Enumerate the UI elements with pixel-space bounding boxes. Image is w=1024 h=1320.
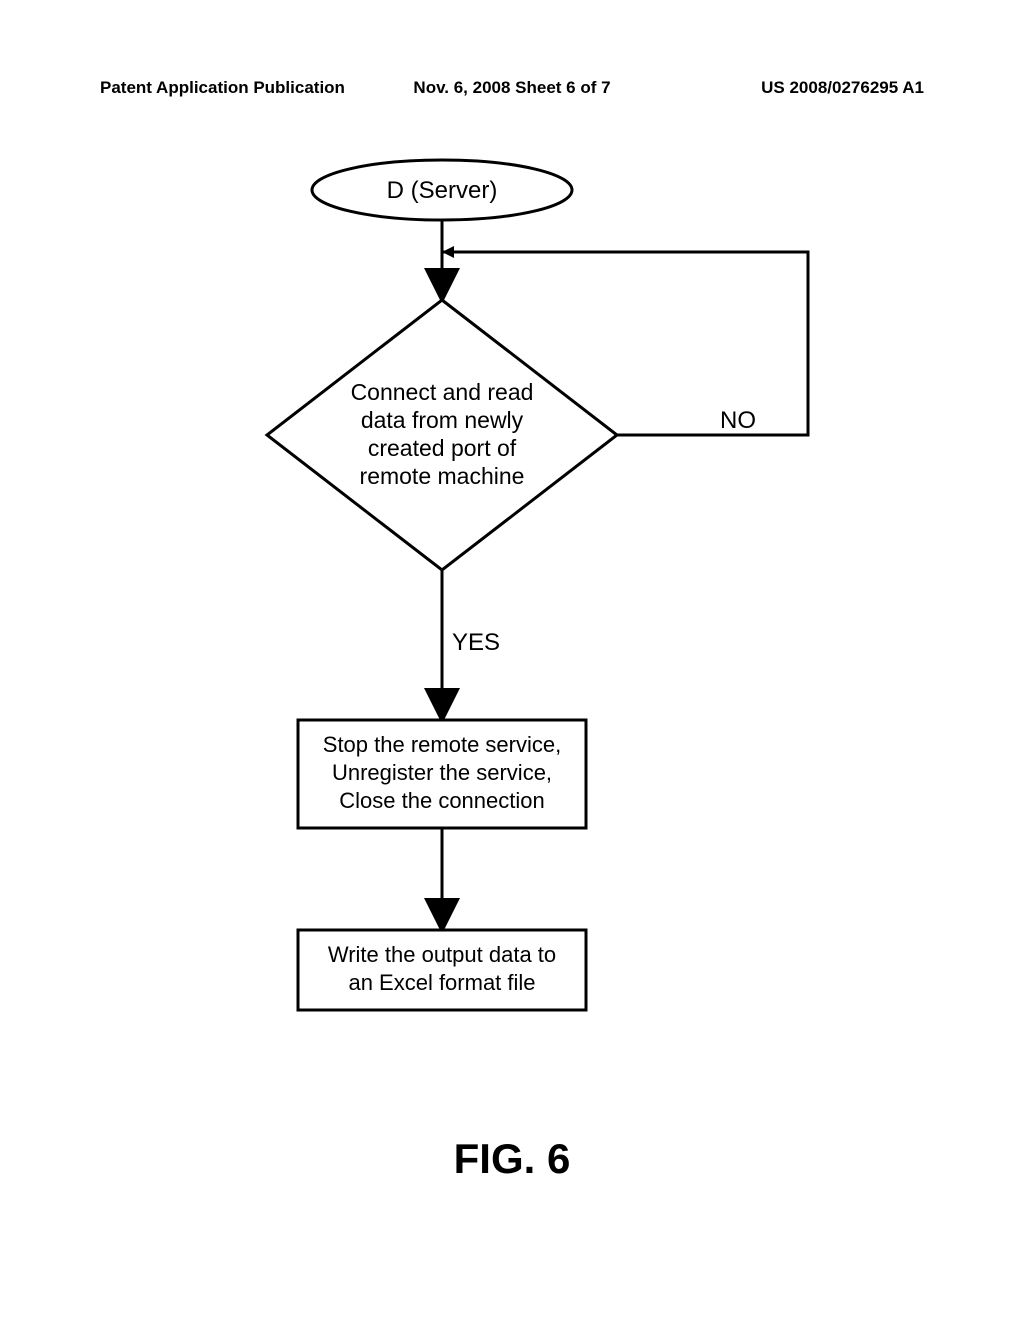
process2-line2: an Excel format file (348, 970, 535, 995)
decision-line3: created port of (368, 435, 517, 461)
decision-line4: remote machine (360, 463, 525, 489)
no-loop-arrowhead (442, 246, 454, 258)
yes-label: YES (452, 629, 500, 656)
header-mid-text: Nov. 6, 2008 Sheet 6 of 7 (375, 78, 650, 98)
decision-line2: data from newly (361, 407, 524, 433)
figure-label: FIG. 6 (0, 1135, 1024, 1183)
process1-line1: Stop the remote service, (323, 732, 561, 757)
process1-line3: Close the connection (339, 788, 544, 813)
terminal-text: D (Server) (387, 177, 498, 204)
page-header: Patent Application Publication Nov. 6, 2… (0, 78, 1024, 98)
no-label: NO (720, 407, 756, 434)
process2-line1: Write the output data to (328, 942, 556, 967)
header-left-text: Patent Application Publication (100, 78, 375, 98)
flowchart-diagram: D (Server) Connect and read data from ne… (0, 140, 1024, 1140)
header-right-text: US 2008/0276295 A1 (649, 78, 924, 98)
decision-line1: Connect and read (351, 379, 534, 405)
process1-line2: Unregister the service, (332, 760, 552, 785)
